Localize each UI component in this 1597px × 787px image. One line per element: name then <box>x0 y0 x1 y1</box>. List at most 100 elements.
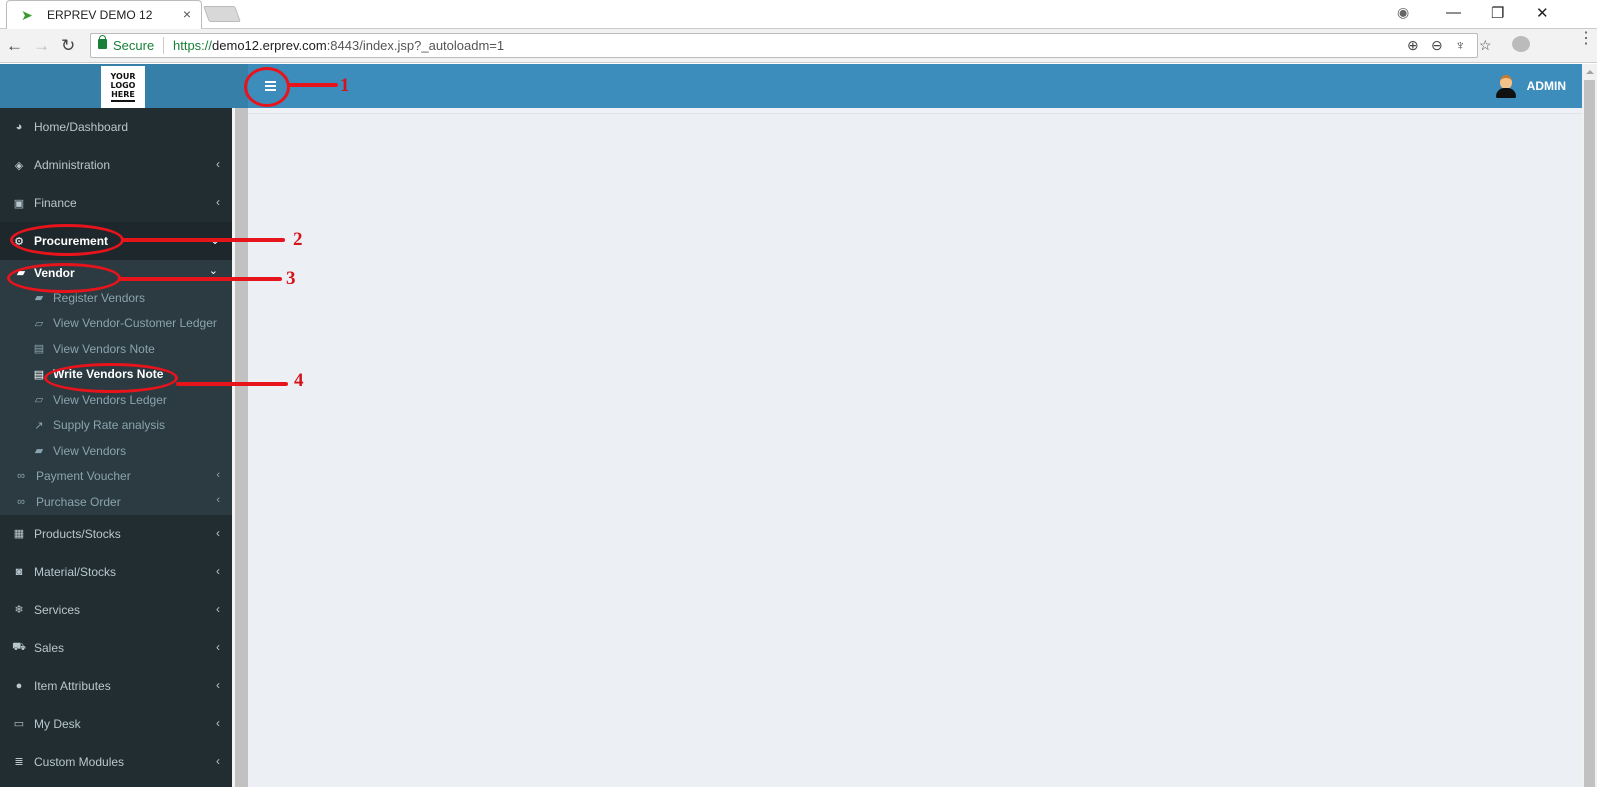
chevron-left-icon: ‹ <box>216 157 220 171</box>
sidebar-item-label: Material/Stocks <box>34 564 117 579</box>
browser-toolbar: ← → ↻ Secure https://demo12.erprev.com:8… <box>0 29 1597 63</box>
company-logo: YOUR LOGO HERE <box>101 66 145 108</box>
cogs-icon: ⚙ <box>14 235 24 248</box>
sidebar-item-home-dashboard[interactable]: ◕ Home/Dashboard <box>0 108 232 146</box>
chevron-down-icon: ⌄ <box>209 233 220 247</box>
chevron-left-icon: ‹ <box>216 195 220 209</box>
logo-line-1: YOUR <box>110 72 136 81</box>
sidebar-item-supply-rate-analysis[interactable]: ↗ Supply Rate analysis <box>0 413 232 439</box>
sidebar-item-label: Payment Voucher <box>36 469 131 484</box>
hamburger-icon <box>264 81 276 83</box>
sidebar-item-label: My Desk <box>34 716 81 731</box>
browser-tabstrip: ➤ ERPREV DEMO 12 × ◉ — ❐ ✕ <box>0 0 1597 29</box>
sidebar-item-label: Write Vendors Note <box>53 367 164 382</box>
logo-underline <box>111 100 135 102</box>
address-bar[interactable]: Secure https://demo12.erprev.com:8443/in… <box>90 33 1492 58</box>
money-icon: ▣ <box>13 197 25 210</box>
forward-button[interactable]: → <box>33 36 50 56</box>
sidebar-toggle-button[interactable] <box>260 76 280 96</box>
sidebar-item-procurement[interactable]: ⚙ Procurement ⌄ <box>0 222 232 260</box>
sidebar-item-write-vendors-note[interactable]: ▤ Write Vendors Note <box>0 362 232 388</box>
extension-icon[interactable] <box>1512 36 1530 52</box>
new-tab-button[interactable] <box>203 6 241 22</box>
browser-menu-icon[interactable]: ⋮ <box>1578 31 1594 47</box>
page-scrollbar[interactable] <box>1582 64 1597 787</box>
location-icon[interactable]: ⊕ <box>1407 37 1419 54</box>
cart-icon: ⛟ <box>12 640 26 653</box>
sidebar-item-payment-voucher[interactable]: ∞ Payment Voucher ‹ <box>0 464 232 490</box>
sidebar-item-my-desk[interactable]: ▭ My Desk ‹ <box>0 705 232 743</box>
sidebar-scrollbar[interactable] <box>232 108 248 787</box>
desktop-icon: ▭ <box>13 718 25 730</box>
browser-tab[interactable]: ➤ ERPREV DEMO 12 × <box>6 0 202 29</box>
chevron-left-icon: ‹ <box>216 468 220 481</box>
database-icon: ≣ <box>14 756 24 768</box>
logo-line-3: HERE <box>111 90 135 99</box>
secure-label: Secure <box>113 38 155 53</box>
sidebar-item-view-vendor-customer-ledger[interactable]: ▱ View Vendor-Customer Ledger <box>0 311 232 337</box>
sidebar-item-label: Procurement <box>34 234 109 248</box>
content-header <box>248 108 1582 114</box>
tag-icon: ◈ <box>14 159 24 172</box>
snowflake-icon: ❄ <box>14 604 24 616</box>
url-path: :8443/index.jsp?_autoloadm=1 <box>326 38 505 53</box>
book-icon: ▱ <box>34 317 44 330</box>
sidebar: ◕ Home/Dashboard ◈ Administration ‹ ▣ Fi… <box>0 108 232 787</box>
link-icon: ∞ <box>17 495 25 508</box>
url-host: demo12.erprev.com <box>212 38 327 53</box>
tab-close-icon[interactable]: × <box>183 6 191 22</box>
sidebar-item-finance[interactable]: ▣ Finance ‹ <box>0 184 232 222</box>
bus-icon: ▰ <box>34 445 44 458</box>
dashboard-icon: ◕ <box>15 121 23 133</box>
bookmark-star-icon[interactable]: ☆ <box>1479 37 1492 54</box>
chevron-left-icon: ‹ <box>216 753 220 768</box>
sidebar-item-item-attributes[interactable]: ● Item Attributes ‹ <box>0 667 232 705</box>
sidebar-item-services[interactable]: ❄ Services ‹ <box>0 591 232 629</box>
address-separator <box>163 37 164 54</box>
line-chart-icon: ↗ <box>34 419 44 432</box>
sidebar-item-view-vendors-note[interactable]: ▤ View Vendors Note <box>0 336 232 362</box>
scroll-up-arrow-icon[interactable] <box>1586 70 1594 74</box>
chevron-down-icon: ⌄ <box>208 265 218 277</box>
url-scheme: https:// <box>173 38 213 53</box>
profile-icon[interactable]: ◉ <box>1397 4 1409 21</box>
lock-icon <box>98 35 107 49</box>
sidebar-item-vendor[interactable]: ▰ Vendor ⌄ <box>0 260 232 285</box>
sidebar-item-label: View Vendors Ledger <box>53 392 167 407</box>
sidebar-item-sales[interactable]: ⛟ Sales ‹ <box>0 629 232 667</box>
close-window-button[interactable]: ✕ <box>1536 4 1549 22</box>
sidebar-item-view-vendors[interactable]: ▰ View Vendors <box>0 438 232 464</box>
restore-button[interactable]: ❐ <box>1491 4 1504 22</box>
back-button[interactable]: ← <box>6 36 23 56</box>
sidebar-item-label: Home/Dashboard <box>34 120 129 134</box>
file-edit-icon: ▤ <box>33 368 45 381</box>
reload-button[interactable]: ↻ <box>61 36 75 56</box>
sidebar-item-material-stocks[interactable]: ◙ Material/Stocks ‹ <box>0 553 232 591</box>
sidebar-item-view-vendors-ledger[interactable]: ▱ View Vendors Ledger <box>0 387 232 413</box>
chevron-left-icon: ‹ <box>216 715 220 730</box>
sidebar-item-label: Supply Rate analysis <box>53 418 166 433</box>
sidebar-item-label: Products/Stocks <box>34 526 121 541</box>
user-name: ADMIN <box>1526 79 1566 93</box>
sidebar-item-purchase-order[interactable]: ∞ Purchase Order ‹ <box>0 489 232 515</box>
chevron-left-icon: ‹ <box>216 639 220 654</box>
url-text[interactable]: https://demo12.erprev.com:8443/index.jsp… <box>173 38 504 53</box>
link-icon: ∞ <box>17 470 25 483</box>
file-text-icon: ▤ <box>33 343 45 356</box>
sidebar-item-custom-modules[interactable]: ≣ Custom Modules ‹ <box>0 743 232 781</box>
sidebar-item-administration[interactable]: ◈ Administration ‹ <box>0 146 232 184</box>
app-root: YOUR LOGO HERE ADMIN ◕ Home/Dashboard ◈ … <box>0 64 1597 787</box>
key-icon[interactable]: ♆ <box>1455 37 1466 53</box>
sidebar-item-products-stocks[interactable]: ▦ Products/Stocks ‹ <box>0 515 232 553</box>
zoom-icon[interactable]: ⊖ <box>1431 37 1443 54</box>
chevron-left-icon: ‹ <box>216 563 220 578</box>
list-circle-icon: ● <box>15 679 23 692</box>
minimize-button[interactable]: — <box>1446 4 1461 21</box>
user-menu[interactable]: ADMIN <box>1495 74 1566 98</box>
building-icon: ▦ <box>13 528 25 540</box>
sidebar-item-register-vendors[interactable]: ▰ Register Vendors <box>0 285 232 311</box>
sidebar-item-label: View Vendors Note <box>53 341 155 356</box>
logo-area[interactable]: YOUR LOGO HERE <box>0 64 248 108</box>
scrollbar-thumb[interactable] <box>1584 80 1595 787</box>
bus-icon: ▰ <box>34 292 44 305</box>
